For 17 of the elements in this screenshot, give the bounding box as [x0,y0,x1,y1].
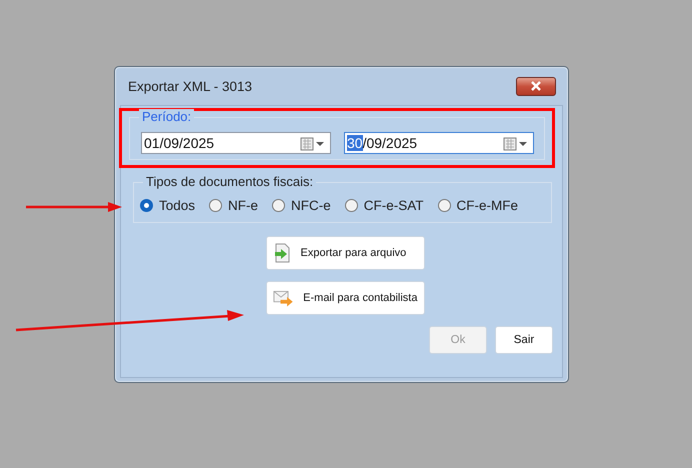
radio-option[interactable]: NF-e [209,198,258,213]
radio-label: CF-e-SAT [364,198,424,213]
group-label: Período: [139,109,194,124]
radio-label: CF-e-MFe [456,198,518,213]
radio-label: Todos [159,198,196,213]
radio-option[interactable]: Todos [140,198,196,213]
action-button[interactable]: Exportar para arquivo [266,236,424,270]
radio-label: NF-e [228,198,258,213]
window-title: Exportar XML - 3013 [128,78,252,94]
radio-option[interactable]: CF-e-SAT [344,198,424,213]
date-field[interactable]: 01/09/2025 [141,132,331,154]
radio-option[interactable]: NFC-e [272,198,331,213]
radio-label: NFC-e [291,198,331,213]
radio-option[interactable]: CF-e-MFe [438,198,518,213]
group-label: Tipos de documentos fiscais: [143,174,316,189]
action-button[interactable]: E-mail para contabilista [266,281,424,315]
dialog-button[interactable]: Sair [495,326,553,354]
